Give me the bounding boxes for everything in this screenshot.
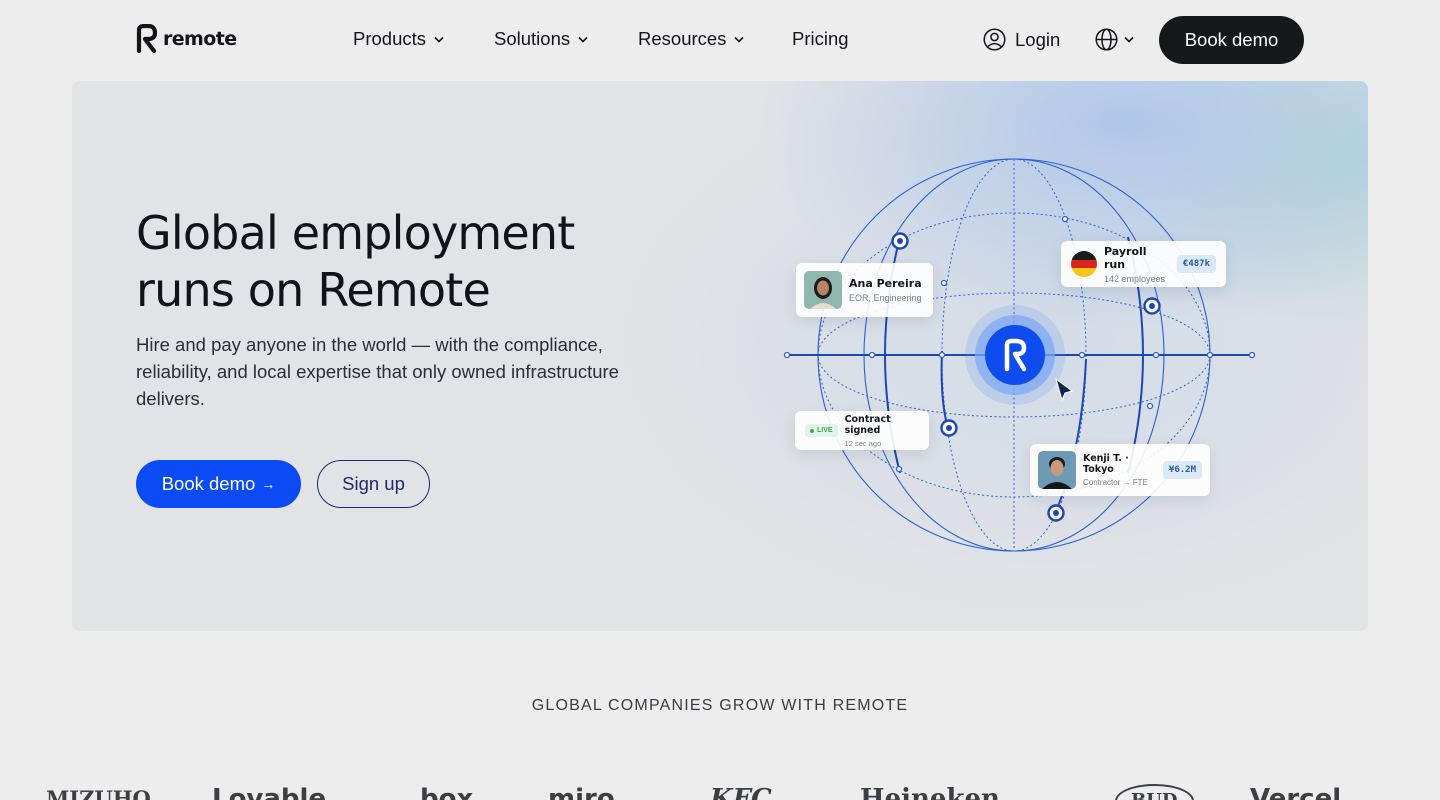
employee-card-ana: Ana Pereira EOR, Engineering — [796, 263, 933, 317]
brand-logo-mizuho: MIZUHO — [46, 786, 151, 800]
salary-amount-badge: ¥6.2M — [1162, 461, 1202, 479]
chevron-down-icon — [578, 36, 588, 43]
card-name: Kenji T. · Tokyo — [1083, 453, 1129, 475]
language-selector[interactable] — [1095, 28, 1134, 51]
remote-logo-mark-icon — [136, 24, 158, 53]
brand-logo-bud: BUD — [1115, 784, 1194, 800]
card-title: Payroll run — [1104, 244, 1147, 271]
nav-pricing-label: Pricing — [792, 28, 849, 49]
live-dot-icon — [810, 428, 814, 433]
hero-subtitle: Hire and pay anyone in the world — with … — [136, 334, 619, 409]
card-title: Contract signed — [844, 413, 891, 436]
nav-resources-label: Resources — [638, 28, 727, 49]
globe-illustration — [783, 158, 1256, 552]
avatar — [1038, 451, 1076, 489]
hero-section: Global employment runs on Remote Hire an… — [72, 81, 1368, 631]
remote-logo[interactable]: remote — [136, 24, 237, 53]
login-link[interactable]: Login — [983, 28, 1060, 51]
card-name: Ana Pereira — [849, 277, 922, 290]
brand-logo-miro: miro — [548, 784, 615, 800]
employee-card-kenji: Kenji T. · Tokyo Contractor → FTE ¥6.2M — [1030, 444, 1210, 496]
card-detail: 12 sec ago — [844, 438, 882, 448]
globe-icon — [1095, 28, 1118, 51]
contract-card: LIVE Contract signed 12 sec ago — [795, 411, 929, 450]
user-circle-icon — [983, 28, 1006, 51]
payroll-card: Payroll run 142 employees €487k — [1061, 241, 1226, 287]
chevron-down-icon — [434, 36, 444, 43]
card-detail: EOR, Engineering — [849, 293, 922, 303]
top-navigation: remote Products Solutions Resources Pric… — [0, 0, 1440, 80]
login-label: Login — [1015, 28, 1061, 50]
book-demo-button[interactable]: Book demo — [1159, 16, 1304, 64]
nav-solutions-label: Solutions — [494, 28, 571, 49]
hero-title-line-1: Global employment — [136, 206, 575, 260]
brand-logo-box: box — [420, 784, 474, 800]
arrow-right-icon: → — [261, 476, 276, 492]
sign-up-button[interactable]: Sign up — [317, 460, 430, 508]
nav-products-label: Products — [353, 28, 427, 49]
brand-logo-kfc: KFC — [710, 784, 772, 800]
person-photo-icon — [1038, 451, 1076, 489]
person-photo-icon — [804, 271, 842, 309]
logo-text: remote — [163, 27, 237, 50]
brand-logo-vercel: Vercel — [1250, 784, 1342, 800]
hero-title-line-2: runs on Remote — [136, 263, 491, 317]
hero-title: Global employment runs on Remote — [136, 205, 696, 319]
card-detail: 142 employees — [1104, 273, 1166, 284]
nav-products[interactable]: Products — [353, 28, 444, 50]
avatar — [804, 271, 842, 309]
nav-resources[interactable]: Resources — [638, 28, 745, 50]
nav-pricing[interactable]: Pricing — [792, 28, 849, 50]
chevron-down-icon — [1124, 36, 1134, 43]
live-badge-label: LIVE — [817, 427, 833, 434]
customer-logo-strip: MIZUHO Lovable box miro KFC Heineken BUD… — [0, 780, 1440, 800]
brand-logo-heineken: Heineken — [860, 784, 1000, 800]
brand-logo-lovable: Lovable — [212, 784, 327, 800]
chevron-down-icon — [734, 36, 745, 43]
hero-book-demo-label: Book demo — [161, 473, 256, 494]
live-badge: LIVE — [805, 424, 838, 437]
germany-flag-icon — [1071, 251, 1097, 277]
hero-book-demo-button[interactable]: Book demo → — [136, 460, 301, 508]
logos-heading: GLOBAL COMPANIES GROW WITH REMOTE — [531, 697, 909, 714]
nav-solutions[interactable]: Solutions — [494, 28, 588, 50]
payroll-amount-badge: €487k — [1176, 255, 1216, 273]
card-detail: Contractor → FTE — [1083, 478, 1148, 487]
